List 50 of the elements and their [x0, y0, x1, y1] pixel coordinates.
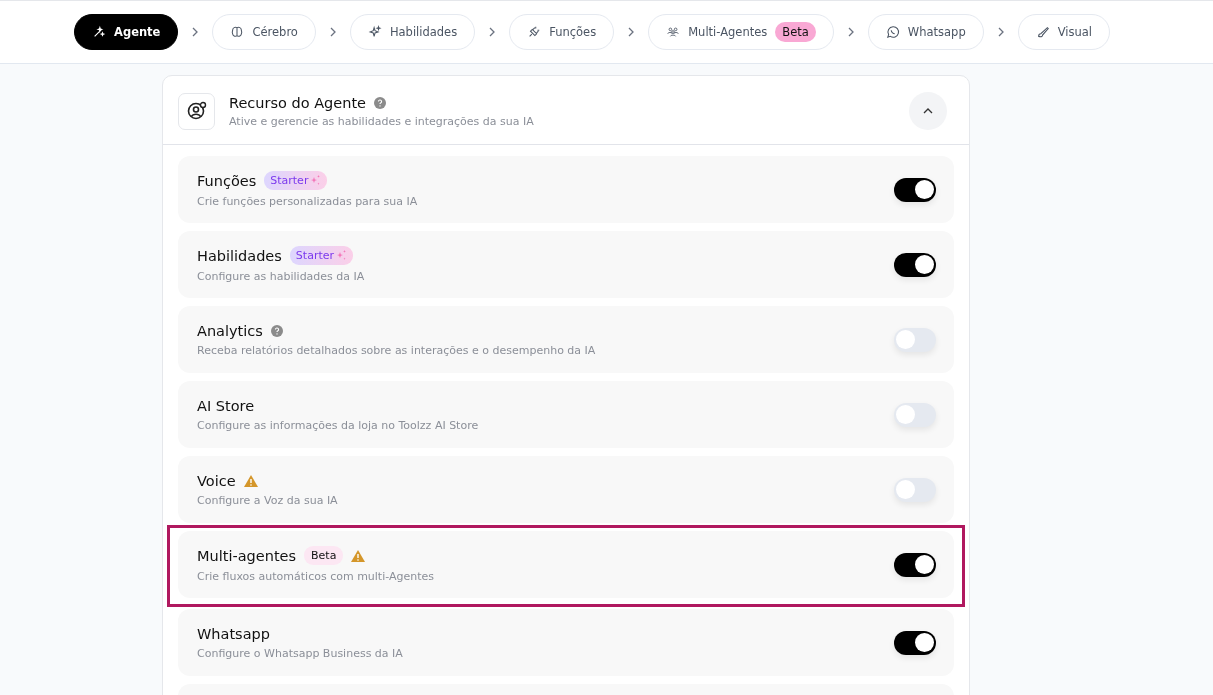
step-icon: [885, 25, 900, 39]
toggle-switch[interactable]: [894, 177, 936, 202]
feature-name: AI Store: [197, 397, 255, 414]
help-icon: [374, 96, 387, 109]
step-icon: [1035, 25, 1050, 39]
toggle-switch[interactable]: [894, 552, 936, 577]
chevron-right-icon: [846, 26, 855, 38]
step-tab[interactable]: Whatsapp: [867, 14, 984, 50]
toggle-switch[interactable]: [894, 252, 936, 277]
toggle-switch[interactable]: [894, 477, 936, 502]
feature-description: Configure a Voz da sua IA: [197, 493, 339, 507]
step-tab[interactable]: Visual: [1017, 14, 1111, 50]
panel-subtitle: Ative e gerencie as habilidades e integrações da sua IA: [229, 114, 535, 128]
feature-name: Whatsapp: [197, 625, 270, 642]
toggle-switch[interactable]: [894, 402, 936, 427]
step-tab[interactable]: Funções: [509, 14, 615, 50]
feature-description: Configure as informações da loja no Toolzz AI Store: [197, 418, 480, 432]
step-tab[interactable]: Habilidades: [349, 14, 476, 50]
beta-badge: Beta: [775, 22, 816, 42]
feature-description: Configure as habilidades da IA: [197, 270, 366, 283]
toggle-switch[interactable]: [894, 327, 936, 352]
feature-description: Configure o Whatsapp Business da IA: [197, 646, 404, 660]
chevron-right-icon: [627, 26, 636, 38]
chevron-right-icon: [328, 26, 337, 38]
feature-description: Crie fluxos automáticos com multi-Agentes: [197, 570, 436, 583]
chevron-right-icon: [996, 26, 1005, 38]
step-icon: [666, 25, 681, 39]
feature-description: Receba relatórios detalhados sobre as interações e o desempenho da IA: [197, 343, 597, 357]
beta-badge: Beta: [304, 546, 344, 565]
step-tab[interactable]: Cérebro: [212, 14, 316, 50]
toggle-switch[interactable]: [894, 630, 936, 655]
chevron-right-icon: [488, 26, 497, 38]
feature-name: Voice: [197, 472, 236, 489]
plan-badge: Starter: [289, 246, 354, 265]
step-icon: [230, 25, 245, 39]
feature-name: Multi-agentes: [197, 547, 297, 564]
chevron-up-icon: [922, 107, 934, 115]
feature-name: Habilidades: [197, 247, 282, 264]
chevron-right-icon: [191, 26, 200, 38]
step-tab[interactable]: Agente: [74, 14, 179, 50]
user-gear-icon: [178, 92, 215, 130]
panel-title: Recurso do Agente: [229, 94, 367, 111]
step-tab[interactable]: Multi-Agentes Beta: [648, 14, 834, 50]
step-icon: [367, 25, 382, 39]
plan-badge: Starter: [264, 171, 328, 190]
feature-name: Funções: [197, 172, 257, 189]
feature-description: Crie funções personalizadas para sua IA: [197, 195, 419, 208]
step-icon: [92, 25, 106, 39]
feature-name: Analytics: [197, 322, 263, 339]
step-icon: [527, 25, 542, 39]
